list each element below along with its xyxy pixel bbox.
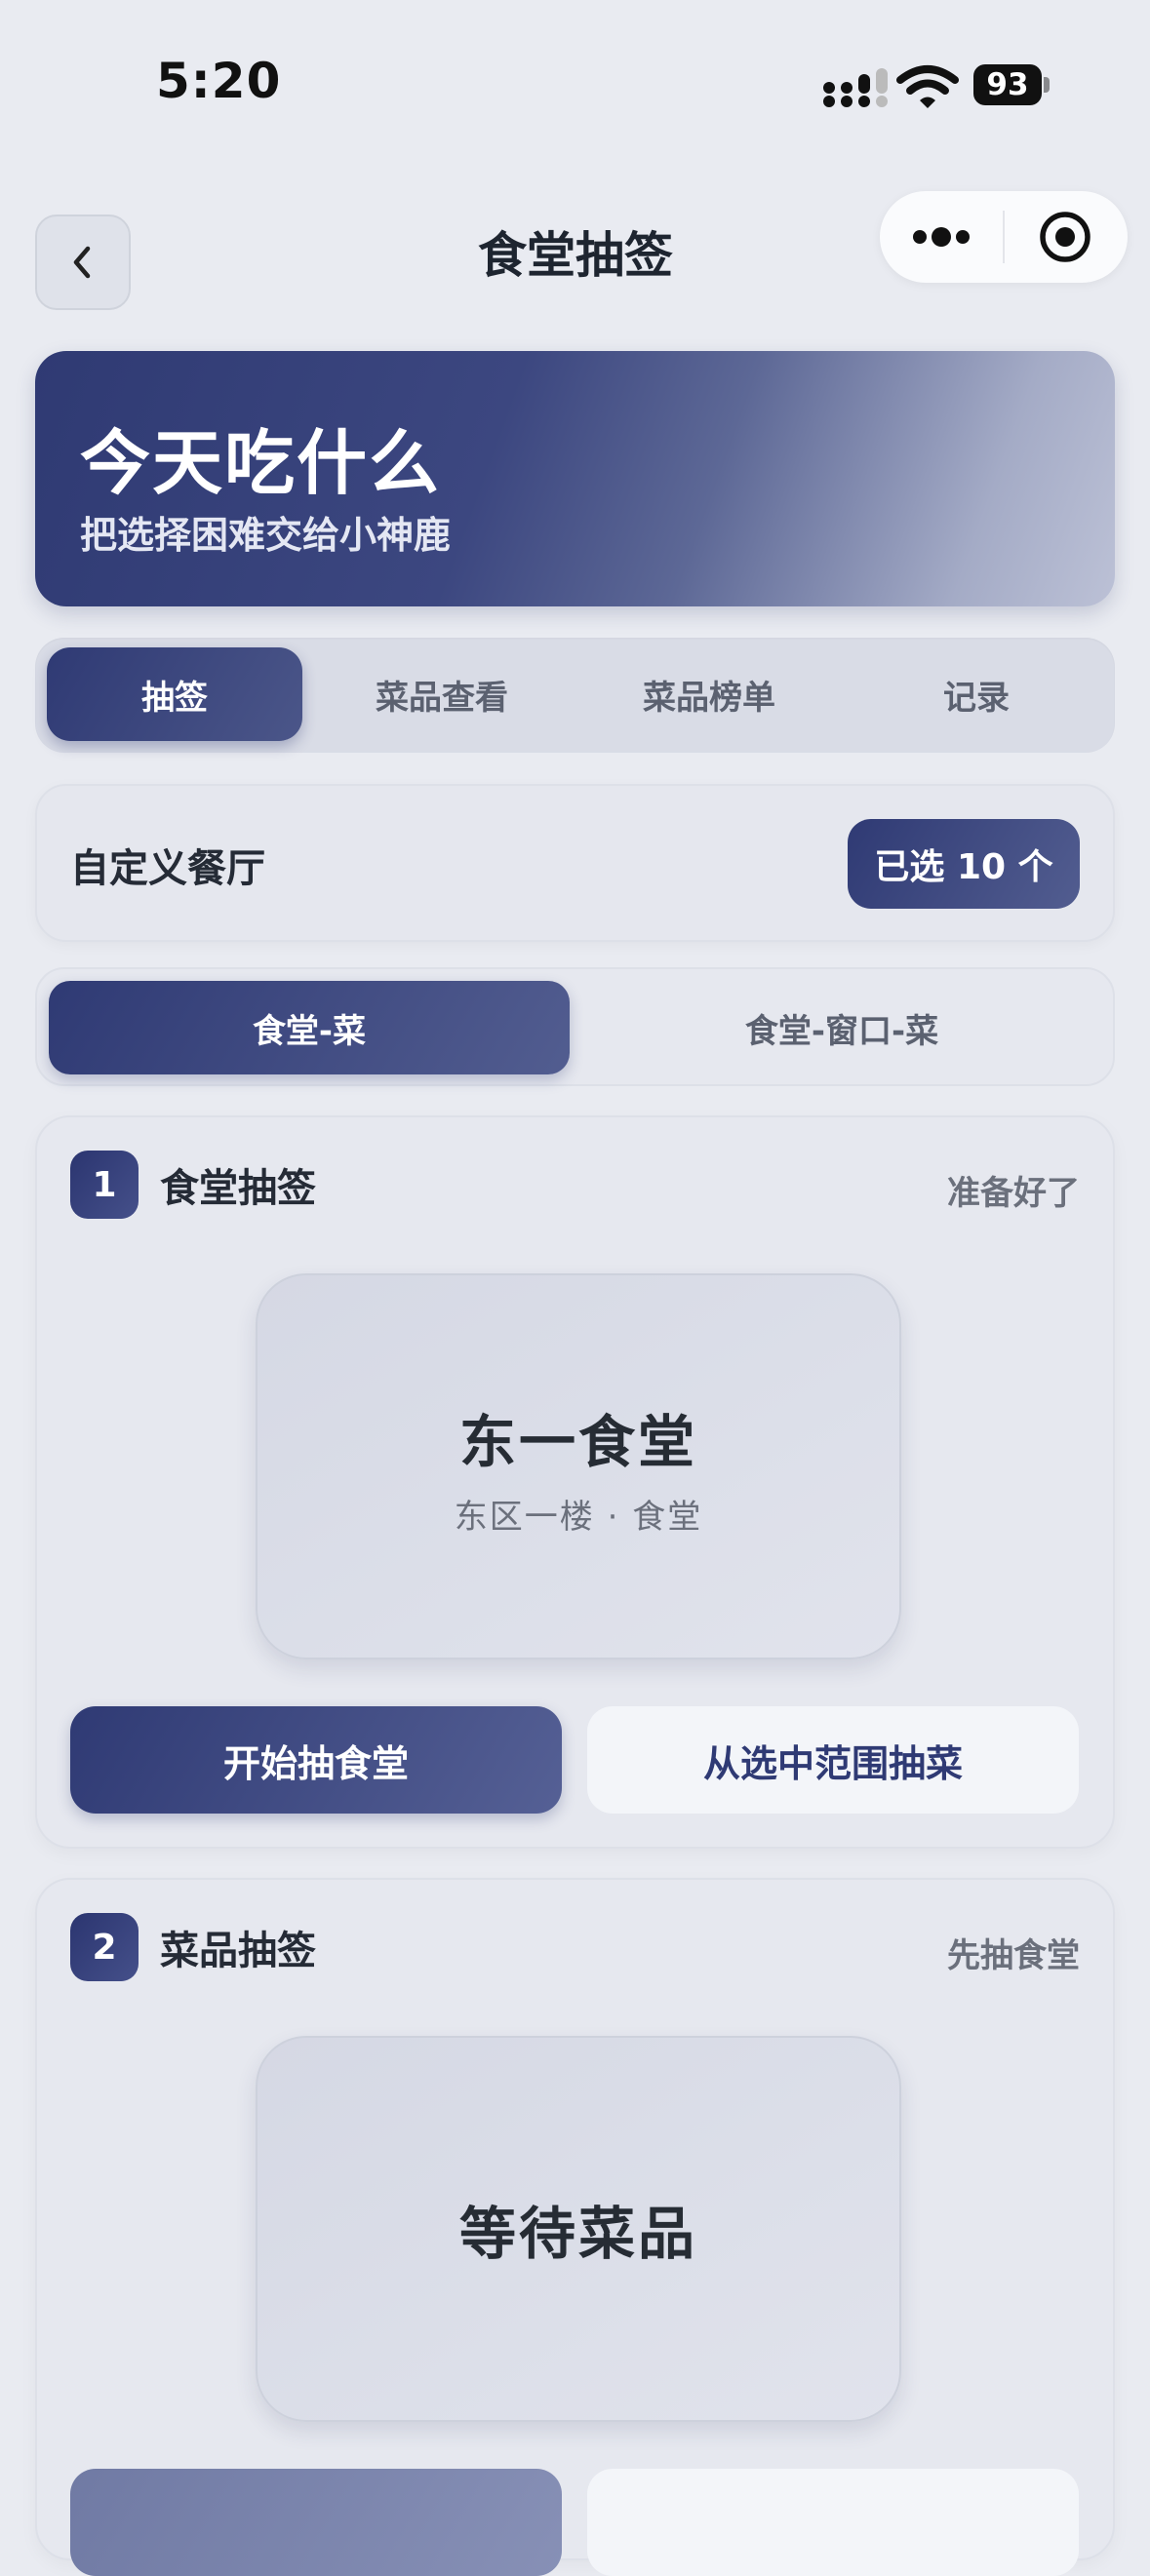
draw-dish-from-selection-button[interactable]: 从选中范围抽菜 — [587, 1706, 1079, 1814]
status-icons: 93 — [823, 60, 1057, 111]
battery-level: 93 — [973, 64, 1042, 105]
dish-draw-card: 2 菜品抽签 先抽食堂 等待菜品 — [35, 1878, 1115, 2576]
back-button[interactable] — [35, 215, 131, 310]
tab-dish-view[interactable]: 菜品查看 — [314, 647, 570, 741]
mode-canteen-window-dish[interactable]: 食堂-窗口-菜 — [581, 981, 1102, 1074]
mode-switch: 食堂-菜 食堂-窗口-菜 — [35, 967, 1115, 1086]
tab-dish-ranking[interactable]: 菜品榜单 — [581, 647, 837, 741]
more-dots-icon[interactable] — [911, 220, 972, 254]
mini-program-capsule — [880, 191, 1128, 283]
card-title: 食堂抽签 — [160, 1166, 316, 1211]
card-status: 准备好了 — [947, 1174, 1080, 1213]
cellular-signal-icon — [823, 68, 888, 107]
custom-restaurant-row: 自定义餐厅 已选 10 个 — [35, 784, 1115, 942]
hero-title: 今天吃什么 — [80, 422, 442, 504]
chevron-left-icon — [73, 246, 91, 279]
result-main-text: 等待菜品 — [458, 2201, 697, 2267]
dish-result-box: 等待菜品 — [256, 2036, 901, 2422]
secondary-dish-button[interactable] — [587, 2469, 1079, 2576]
canteen-result-box: 东一食堂 东区一楼 · 食堂 — [256, 1273, 901, 1659]
tab-draw[interactable]: 抽签 — [47, 647, 302, 741]
custom-restaurant-label: 自定义餐厅 — [70, 846, 265, 891]
step-number-badge: 2 — [70, 1913, 139, 1981]
tab-bar: 抽签 菜品查看 菜品榜单 记录 — [35, 638, 1115, 753]
page-title: 食堂抽签 — [478, 227, 673, 284]
result-sub-text: 东区一楼 · 食堂 — [454, 1497, 703, 1537]
wifi-icon — [896, 65, 959, 108]
hero-banner: 今天吃什么 把选择困难交给小神鹿 — [35, 351, 1115, 606]
canteen-draw-card: 1 食堂抽签 准备好了 东一食堂 东区一楼 · 食堂 开始抽食堂 从选中范围抽菜 — [35, 1115, 1115, 1849]
target-icon[interactable] — [1038, 210, 1092, 264]
step-number-badge: 1 — [70, 1151, 139, 1219]
result-main-text: 东一食堂 — [458, 1408, 697, 1475]
mode-canteen-dish[interactable]: 食堂-菜 — [49, 981, 570, 1074]
card-title: 菜品抽签 — [160, 1929, 316, 1973]
start-draw-canteen-button[interactable]: 开始抽食堂 — [70, 1706, 562, 1814]
status-time: 5:20 — [156, 53, 282, 109]
card-status: 先抽食堂 — [947, 1936, 1080, 1975]
battery-icon: 93 — [973, 64, 1050, 105]
tab-records[interactable]: 记录 — [849, 647, 1104, 741]
hero-subtitle: 把选择困难交给小神鹿 — [80, 514, 452, 557]
selected-count-button[interactable]: 已选 10 个 — [848, 819, 1080, 909]
start-draw-dish-button[interactable] — [70, 2469, 562, 2576]
